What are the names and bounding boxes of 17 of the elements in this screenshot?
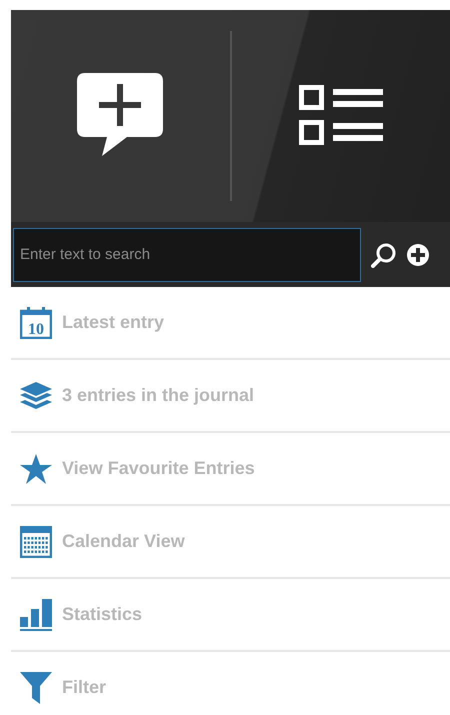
menu-item[interactable]: Statistics <box>11 579 450 652</box>
menu-item[interactable]: Calendar View <box>11 506 450 579</box>
add-icon[interactable] <box>407 244 429 266</box>
speech-bubble-plus-icon <box>77 73 164 159</box>
search-field[interactable]: Enter text to search <box>13 228 361 282</box>
star-icon <box>20 454 52 484</box>
search-icon[interactable] <box>371 242 397 268</box>
checklist-icon <box>298 85 383 147</box>
bar-chart-icon <box>20 598 52 630</box>
layers-icon <box>20 382 52 410</box>
filter-icon <box>20 672 52 704</box>
menu-item[interactable]: 10 Latest entry <box>11 287 450 360</box>
calendar-day-icon: 10 <box>20 306 52 338</box>
calendar-icon <box>20 526 52 558</box>
menu-item[interactable]: Filter <box>11 652 450 715</box>
menu-item[interactable]: View Favourite Entries <box>11 433 450 506</box>
menu-item[interactable]: 3 entries in the journal <box>11 360 450 433</box>
